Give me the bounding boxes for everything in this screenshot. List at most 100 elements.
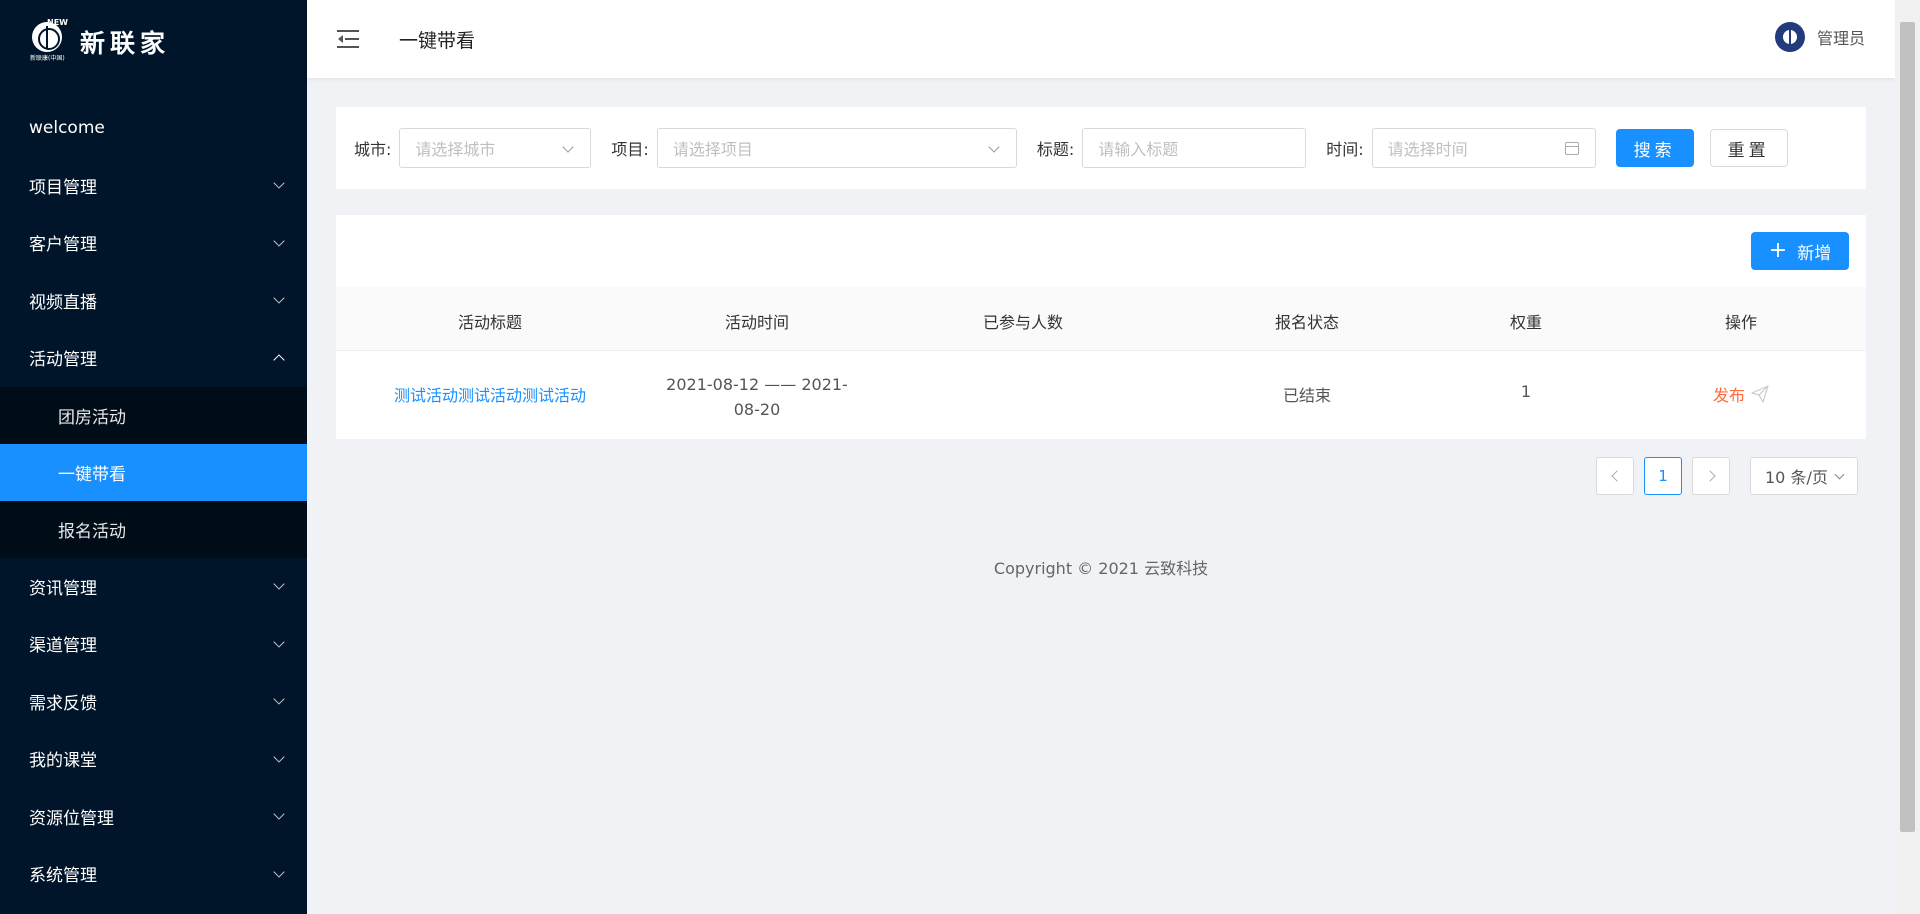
city-label: 城市: (354, 140, 392, 159)
project-placeholder: 请选择项目 (672, 140, 753, 159)
title-label: 标题: (1036, 140, 1075, 159)
scrollbar-thumb[interactable] (1900, 22, 1915, 832)
sidebar-item-project-management[interactable]: 项目管理 (0, 157, 307, 215)
logo: NEW 新联康(中国) 新联家 (0, 0, 307, 80)
chevron-up-icon (273, 354, 285, 366)
chevron-down-icon (273, 235, 285, 247)
weight-value: 1 (1520, 382, 1532, 401)
chevron-down-icon (273, 693, 285, 705)
sidebar-item-group-activity[interactable]: 团房活动 (0, 387, 307, 444)
search-panel: 城市: 请选择城市 项目: 请选择项目 标题: 请输入标题 时间: 请选择时间 … (336, 107, 1866, 189)
project-label: 项目: (611, 140, 649, 159)
activity-time: 2021-08-12 —— 2021-08-20 (666, 375, 848, 419)
column-header: 权重 (1509, 313, 1543, 332)
activity-title-link[interactable]: 测试活动测试活动测试活动 (394, 382, 586, 406)
scrollbar[interactable] (1895, 0, 1920, 914)
reset-button[interactable]: 重置 (1709, 129, 1788, 167)
page-size-label: 10 条/页 (1765, 468, 1828, 487)
sidebar-menu: welcome 项目管理 客户管理 视频直播 活动管理 团房活动 一键带看 报名… (0, 99, 307, 903)
search-button[interactable]: 搜索 (1615, 129, 1694, 167)
sidebar-item-label: 视频直播 (29, 292, 97, 313)
copyright-footer: Copyright © 2021 云致科技 (993, 559, 1209, 578)
logo-new-text: NEW (47, 18, 68, 27)
header: 一键带看 管理员 (307, 0, 1895, 78)
sidebar-item-signup-activity[interactable]: 报名活动 (0, 501, 307, 558)
sidebar-item-label: welcome (29, 117, 105, 138)
sidebar-item-news-management[interactable]: 资讯管理 (0, 558, 307, 616)
chevron-right-icon (1703, 470, 1716, 482)
time-placeholder: 请选择时间 (1387, 140, 1468, 159)
page-number[interactable]: 1 (1644, 457, 1682, 495)
user-menu[interactable]: 管理员 (1774, 22, 1865, 52)
chevron-down-icon (562, 141, 575, 153)
sidebar-item-feedback[interactable]: 需求反馈 (0, 673, 307, 731)
next-page-button[interactable] (1692, 457, 1730, 495)
column-header: 报名状态 (1274, 313, 1340, 332)
table-header: 活动标题 活动时间 已参与人数 报名状态 权重 操作 (336, 287, 1866, 351)
chevron-down-icon (273, 292, 285, 304)
add-button-label: 新增 (1797, 243, 1832, 264)
sidebar-item-label: 资讯管理 (29, 578, 97, 599)
submenu-activity: 团房活动 一键带看 报名活动 (0, 386, 307, 558)
sidebar-item-label: 项目管理 (29, 177, 97, 198)
sidebar-item-one-click-viewing[interactable]: 一键带看 (0, 443, 307, 501)
avatar[interactable] (1774, 22, 1805, 52)
column-header: 活动标题 (457, 313, 523, 332)
sidebar-item-channel-management[interactable]: 渠道管理 (0, 615, 307, 673)
chevron-down-icon (273, 866, 285, 878)
sidebar-item-my-classroom[interactable]: 我的课堂 (0, 730, 307, 788)
calendar-icon (1564, 142, 1579, 155)
sidebar-item-customer-management[interactable]: 客户管理 (0, 214, 307, 272)
publish-button[interactable]: 发布 (1713, 382, 1769, 406)
sidebar-item-label: 活动管理 (29, 350, 97, 371)
sidebar-item-live-video[interactable]: 视频直播 (0, 272, 307, 330)
chevron-down-icon (273, 808, 285, 820)
time-label: 时间: (1326, 140, 1364, 159)
sidebar-item-system-management[interactable]: 系统管理 (0, 845, 307, 903)
time-picker[interactable]: 请选择时间 (1371, 128, 1596, 168)
sidebar-item-activity-management[interactable]: 活动管理 (0, 329, 307, 387)
sidebar-item-label: 我的课堂 (29, 751, 97, 772)
page-size-select[interactable]: 10 条/页 (1750, 457, 1858, 495)
globe-icon: NEW 新联康(中国) (30, 18, 68, 62)
sidebar-item-label: 团房活动 (58, 407, 126, 428)
send-icon (1751, 385, 1769, 403)
user-name: 管理员 (1816, 29, 1865, 48)
add-button[interactable]: + 新增 (1751, 232, 1849, 270)
status-badge: 已结束 (1282, 386, 1332, 405)
page-title: 一键带看 (399, 29, 476, 52)
chevron-down-icon (273, 751, 285, 763)
sidebar-item-label: 资源位管理 (29, 808, 114, 829)
chevron-down-icon (1834, 469, 1845, 480)
sidebar-item-label: 报名活动 (58, 521, 126, 542)
sidebar-item-welcome[interactable]: welcome (0, 99, 307, 157)
sidebar-item-label: 一键带看 (58, 464, 126, 485)
menu-fold-icon[interactable] (337, 30, 359, 48)
table-row: 测试活动测试活动测试活动 2021-08-12 —— 2021-08-20 已结… (336, 351, 1866, 439)
chevron-down-icon (273, 578, 285, 590)
sidebar: NEW 新联康(中国) 新联家 welcome 项目管理 客户管理 视频直播 活… (0, 0, 307, 914)
column-header: 活动时间 (724, 313, 790, 332)
column-header: 已参与人数 (982, 313, 1064, 332)
project-select[interactable]: 请选择项目 (656, 128, 1017, 168)
prev-page-button[interactable] (1596, 457, 1634, 495)
city-placeholder: 请选择城市 (415, 140, 496, 159)
city-select[interactable]: 请选择城市 (399, 128, 592, 168)
sidebar-item-label: 系统管理 (29, 866, 97, 887)
table-panel: + 新增 活动标题 活动时间 已参与人数 报名状态 权重 操作 测试活动测试活动… (336, 215, 1866, 439)
sidebar-item-label: 客户管理 (29, 235, 97, 256)
chevron-down-icon (988, 141, 1000, 153)
title-placeholder: 请输入标题 (1098, 140, 1179, 159)
title-input[interactable]: 请输入标题 (1082, 128, 1307, 168)
chevron-left-icon (1610, 470, 1623, 482)
pagination: 1 10 条/页 (1586, 457, 1858, 495)
chevron-down-icon (273, 177, 285, 189)
plus-icon: + (1768, 238, 1788, 263)
sidebar-item-label: 渠道管理 (29, 636, 97, 657)
chevron-down-icon (273, 636, 285, 648)
column-header: 操作 (1724, 313, 1758, 332)
publish-label: 发布 (1712, 386, 1746, 405)
brand-name: 新联家 (80, 29, 171, 58)
sidebar-item-label: 需求反馈 (29, 693, 97, 714)
sidebar-item-resource-management[interactable]: 资源位管理 (0, 788, 307, 846)
